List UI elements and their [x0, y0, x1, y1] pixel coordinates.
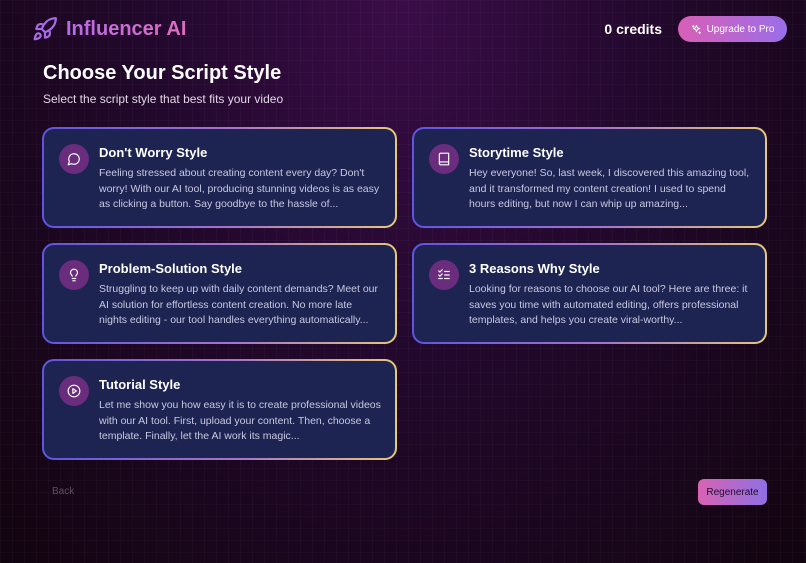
header-actions: 0 credits Upgrade to Pro: [604, 16, 787, 42]
top-bar: Influencer AI 0 credits Upgrade to Pro: [0, 0, 806, 58]
style-card-storytime[interactable]: Storytime Style Hey everyone! So, last w…: [412, 127, 767, 228]
page-title: Choose Your Script Style: [43, 62, 282, 84]
style-card-tutorial[interactable]: Tutorial Style Let me show you how easy …: [42, 359, 397, 460]
style-card-body: Storytime Style Hey everyone! So, last w…: [414, 129, 765, 226]
brand-name: Influencer AI: [66, 17, 187, 40]
style-card-title: Storytime Style: [469, 145, 564, 160]
speech-bubble-icon: [59, 144, 89, 174]
checklist-icon: [429, 260, 459, 290]
style-card-title: 3 Reasons Why Style: [469, 261, 600, 276]
credits-count: 0 credits: [604, 21, 662, 37]
style-card-description: Looking for reasons to choose our AI too…: [469, 283, 748, 326]
style-card-body: 3 Reasons Why Style Looking for reasons …: [414, 245, 765, 342]
lightbulb-icon: [59, 260, 89, 290]
style-card-description: Feeling stressed about creating content …: [99, 167, 380, 210]
style-card-description: Struggling to keep up with daily content…: [99, 283, 379, 326]
style-card-body: Tutorial Style Let me show you how easy …: [44, 361, 395, 458]
style-card-title: Don't Worry Style: [99, 145, 208, 160]
book-icon: [429, 144, 459, 174]
brand[interactable]: Influencer AI: [32, 16, 186, 42]
style-card-dont-worry[interactable]: Don't Worry Style Feeling stressed about…: [42, 127, 397, 228]
play-circle-icon: [59, 376, 89, 406]
back-button[interactable]: Back: [52, 486, 74, 497]
style-card-description: Let me show you how easy it is to create…: [99, 399, 381, 442]
upgrade-to-pro-button[interactable]: Upgrade to Pro: [678, 16, 787, 42]
style-card-title: Problem-Solution Style: [99, 261, 243, 276]
sparkles-icon: [691, 24, 701, 34]
style-card-title: Tutorial Style: [99, 377, 181, 392]
style-card-3-reasons[interactable]: 3 Reasons Why Style Looking for reasons …: [412, 243, 767, 344]
style-card-body: Problem-Solution Style Struggling to kee…: [44, 245, 395, 342]
style-card-description: Hey everyone! So, last week, I discovere…: [469, 167, 750, 210]
style-card-problem-solution[interactable]: Problem-Solution Style Struggling to kee…: [42, 243, 397, 344]
upgrade-label: Upgrade to Pro: [706, 23, 775, 35]
regenerate-button[interactable]: Regenerate: [698, 479, 767, 505]
style-card-body: Don't Worry Style Feeling stressed about…: [44, 129, 395, 226]
rocket-icon: [32, 16, 58, 42]
page-subtitle: Select the script style that best fits y…: [43, 92, 284, 106]
